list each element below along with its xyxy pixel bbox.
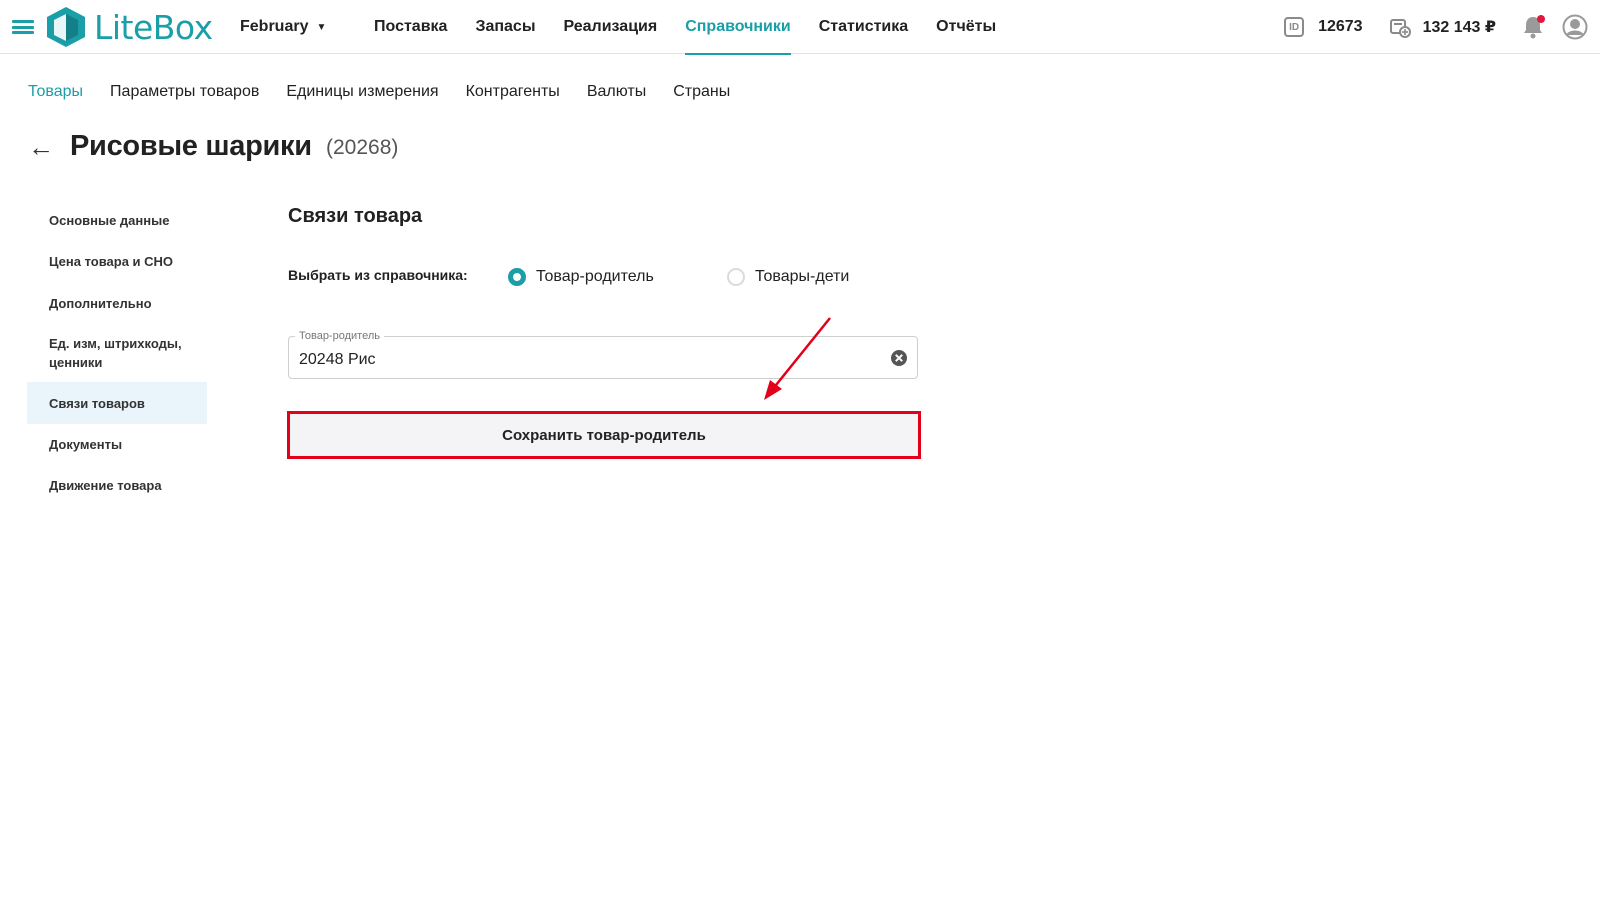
radio-parent-dot[interactable]	[508, 268, 526, 286]
side-menu: Основные данные Цена товара и СНО Дополн…	[27, 200, 207, 506]
menu-icon[interactable]	[12, 20, 34, 34]
main-nav: Поставка Запасы Реализация Справочники С…	[360, 0, 1010, 55]
radio-children-dot[interactable]	[727, 268, 745, 286]
product-code: (20268)	[326, 136, 399, 159]
save-parent-product-button[interactable]: Сохранить товар-родитель	[290, 414, 918, 456]
radio-child-products[interactable]: Товары-дети	[727, 268, 849, 286]
radio-parent-product[interactable]: Товар-родитель	[508, 268, 654, 286]
balance-amount: 132 143 ₽	[1422, 19, 1496, 36]
side-item-osnovnye[interactable]: Основные данные	[27, 200, 207, 241]
side-item-dvizhenie[interactable]: Движение товара	[27, 465, 207, 506]
parent-product-field[interactable]: Товар-родитель	[288, 330, 918, 379]
logo[interactable]: LiteBox	[46, 5, 213, 49]
user-avatar-icon[interactable]	[1562, 14, 1588, 40]
section-title: Связи товара	[288, 205, 423, 227]
top-bar: LiteBox February ▼ Поставка Запасы Реали…	[0, 0, 1600, 55]
side-item-ed-izm[interactable]: Ед. изм, штрихкоды, ценники	[27, 324, 207, 382]
parent-product-field-label: Товар-родитель	[295, 330, 384, 342]
side-item-dopolnitelno[interactable]: Дополнительно	[27, 282, 207, 324]
page-title: Рисовые шарики	[70, 130, 312, 162]
radio-parent-label: Товар-родитель	[536, 268, 654, 285]
nav-item-zapasy[interactable]: Запасы	[475, 0, 535, 54]
back-arrow-icon[interactable]: ←	[28, 134, 54, 160]
sub-nav: Товары Параметры товаров Единицы измерен…	[28, 83, 757, 101]
nav-item-otchety[interactable]: Отчёты	[936, 0, 996, 54]
nav-item-statistika[interactable]: Статистика	[819, 0, 908, 54]
subnav-item-valyuty[interactable]: Валюты	[587, 83, 646, 101]
bell-icon[interactable]	[1522, 15, 1545, 39]
subnav-item-kontragenty[interactable]: Контрагенты	[466, 83, 560, 101]
subnav-item-strany[interactable]: Страны	[673, 83, 730, 101]
nav-item-spravochniki[interactable]: Справочники	[685, 0, 791, 55]
caret-down-icon: ▼	[316, 21, 327, 33]
month-label: February	[240, 18, 309, 35]
account-id: 12673	[1318, 18, 1363, 35]
subnav-item-parametry[interactable]: Параметры товаров	[110, 83, 259, 101]
id-icon: ID	[1284, 17, 1305, 37]
nav-item-realizatsiya[interactable]: Реализация	[563, 0, 657, 54]
notification-dot	[1537, 15, 1545, 23]
subnav-item-tovary[interactable]: Товары	[28, 83, 83, 101]
clear-icon[interactable]	[890, 349, 908, 367]
side-item-tsena[interactable]: Цена товара и СНО	[27, 241, 207, 282]
brand-name: LiteBox	[94, 7, 213, 47]
header-tools: ID 12673 132 143 ₽	[1284, 0, 1588, 54]
side-item-dokumenty[interactable]: Документы	[27, 424, 207, 465]
month-selector[interactable]: February ▼	[240, 18, 326, 36]
subnav-item-edinitsy[interactable]: Единицы измерения	[286, 83, 438, 101]
side-item-svyazi[interactable]: Связи товаров	[27, 382, 207, 424]
wallet-icon[interactable]	[1389, 16, 1411, 38]
litebox-logo-icon	[47, 7, 85, 47]
nav-item-postavka[interactable]: Поставка	[374, 0, 447, 54]
choose-from-catalog-label: Выбрать из справочника:	[288, 267, 468, 283]
parent-product-input[interactable]	[299, 351, 869, 369]
radio-children-label: Товары-дети	[755, 268, 850, 285]
